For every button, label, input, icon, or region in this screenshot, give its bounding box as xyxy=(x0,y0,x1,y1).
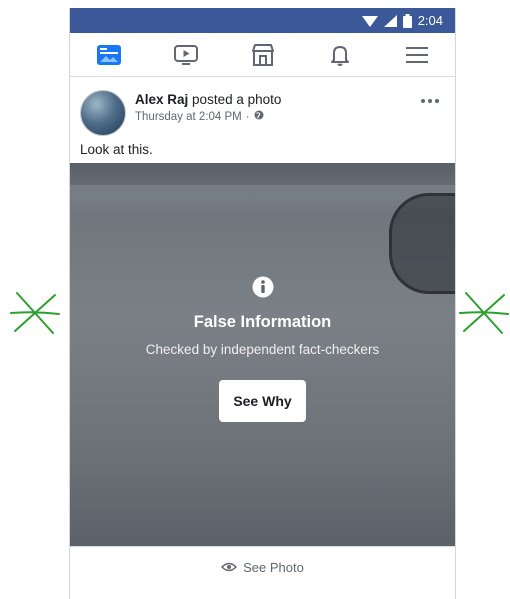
status-time: 2:04 xyxy=(417,13,443,28)
blurred-photo: False Information Checked by independent… xyxy=(70,163,455,546)
avatar[interactable] xyxy=(80,90,126,136)
status-bar: 2:04 xyxy=(70,8,455,33)
battery-icon xyxy=(402,13,412,28)
see-photo-button[interactable]: See Photo xyxy=(70,546,455,587)
notifications-bell-icon[interactable] xyxy=(320,37,360,73)
eye-icon xyxy=(221,562,238,572)
see-why-button[interactable]: See Why xyxy=(219,380,306,422)
fact-check-overlay: False Information Checked by independent… xyxy=(70,276,455,422)
globe-icon xyxy=(254,110,264,123)
post-header: Alex Raj posted a photo Thursday at 2:04… xyxy=(70,77,455,137)
top-navigation xyxy=(70,33,455,77)
signal-icon xyxy=(383,14,397,27)
more-options-icon[interactable] xyxy=(417,91,443,111)
post-author-name[interactable]: Alex Raj xyxy=(135,92,188,107)
fact-check-subtitle: Checked by independent fact-checkers xyxy=(145,342,380,357)
menu-hamburger-icon[interactable] xyxy=(397,37,437,73)
wifi-icon xyxy=(361,15,378,27)
watch-icon[interactable] xyxy=(166,37,206,73)
news-feed-icon[interactable] xyxy=(89,37,129,73)
phone-screen: 2:04 Alex Raj posted a photo Thursday at… xyxy=(69,8,456,599)
separator-dot: · xyxy=(245,110,250,123)
post-timestamp-line: Thursday at 2:04 PM · xyxy=(135,110,281,123)
right-annotation-asterisk xyxy=(459,292,509,334)
fact-check-title: False Information xyxy=(193,313,332,331)
post-text: Look at this. xyxy=(80,142,153,157)
post-action-text: posted a photo xyxy=(192,92,282,107)
see-photo-label: See Photo xyxy=(243,559,304,575)
info-icon xyxy=(252,276,274,303)
marketplace-icon[interactable] xyxy=(243,37,283,73)
left-annotation-asterisk xyxy=(10,292,60,334)
post-author-line: Alex Raj posted a photo xyxy=(135,92,281,107)
post-meta: Alex Raj posted a photo Thursday at 2:04… xyxy=(135,92,281,123)
post-timestamp[interactable]: Thursday at 2:04 PM xyxy=(135,111,242,123)
